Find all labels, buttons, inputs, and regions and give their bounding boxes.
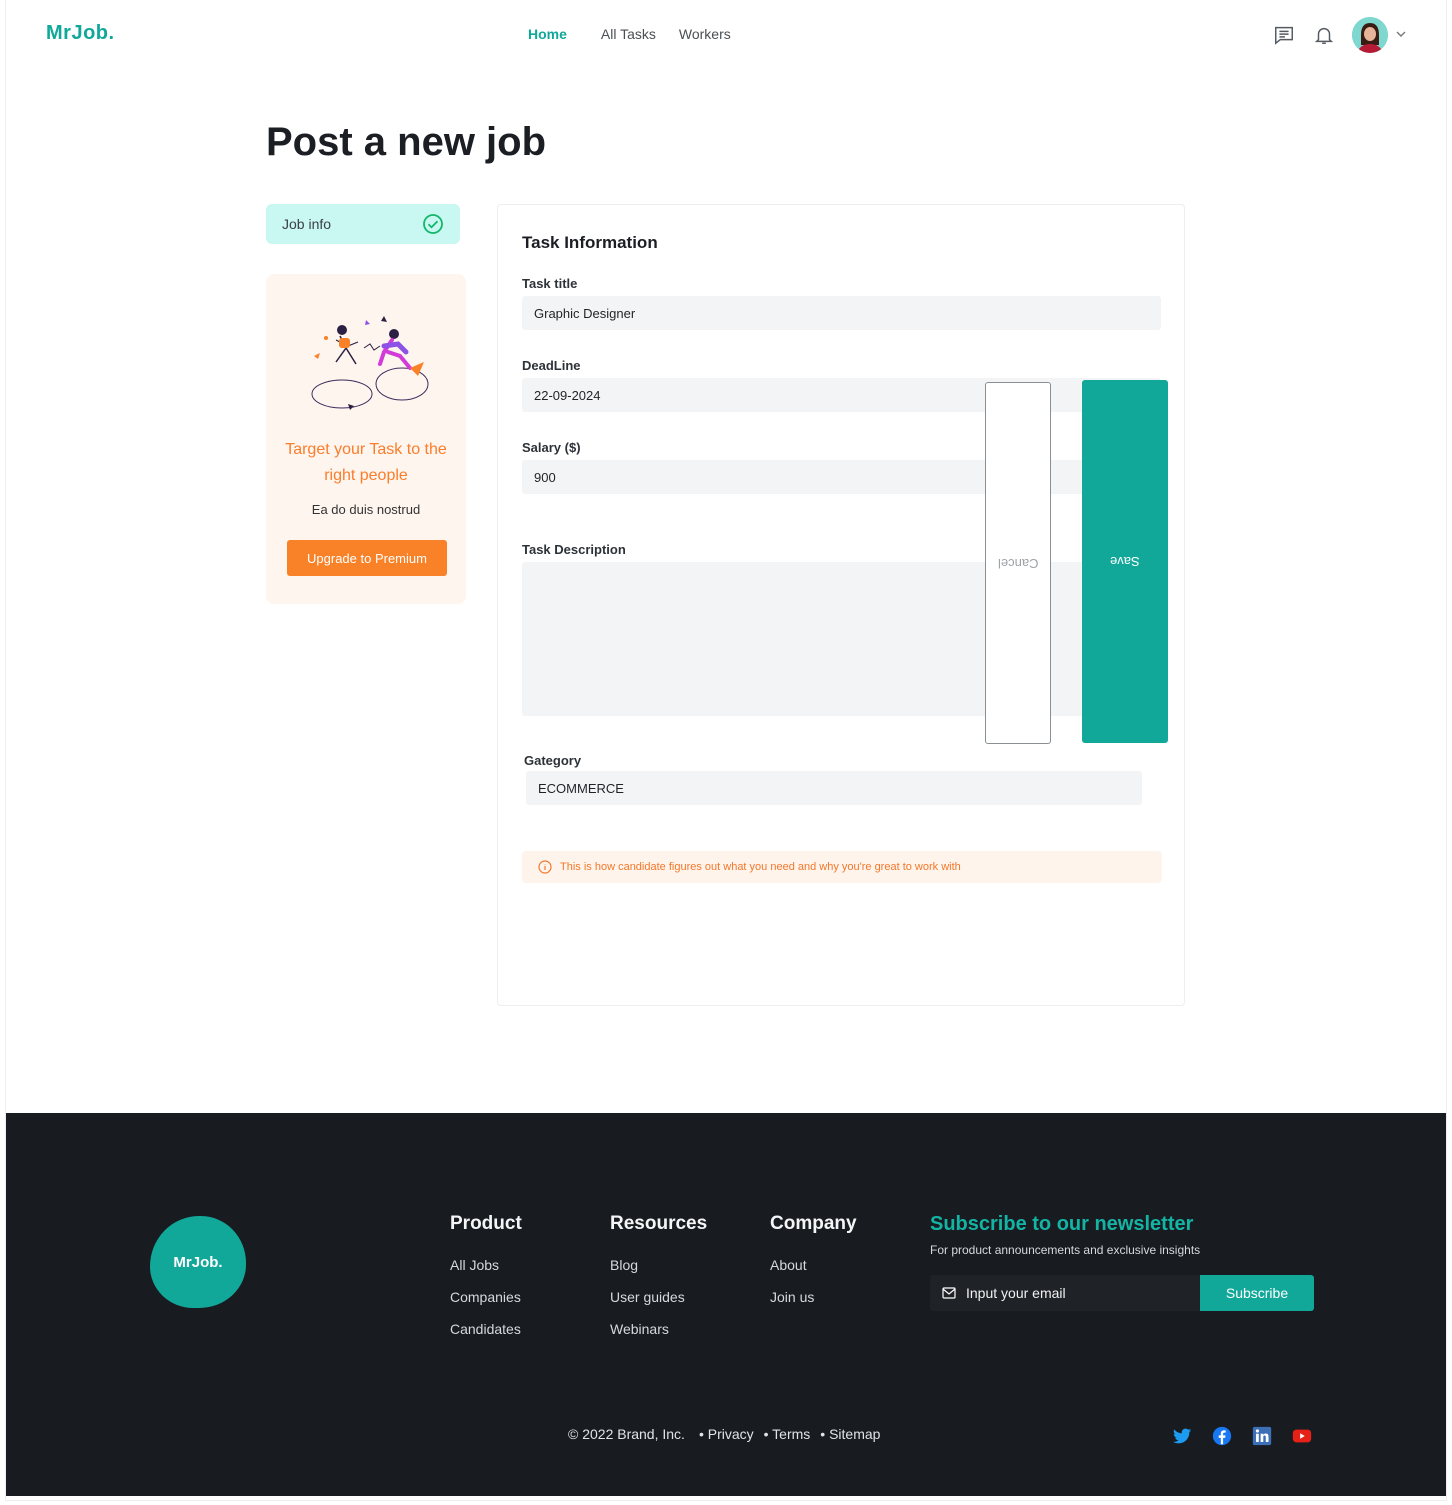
cancel-button[interactable]: Cancel bbox=[985, 382, 1051, 744]
task-description-label: Task Description bbox=[522, 542, 626, 557]
cancel-button-label: Cancel bbox=[997, 555, 1039, 571]
footer-col-title: Product bbox=[450, 1213, 522, 1234]
footer-col-resources: Resources Blog User guides Webinars bbox=[610, 1213, 707, 1353]
brand-logo[interactable]: MrJob. bbox=[46, 22, 115, 45]
salary-input[interactable]: 900 bbox=[522, 460, 1161, 494]
page-title: Post a new job bbox=[266, 120, 547, 164]
task-title-label: Task title bbox=[522, 276, 578, 291]
avatar[interactable] bbox=[1352, 17, 1388, 53]
footer-link-join-us[interactable]: Join us bbox=[770, 1289, 857, 1305]
footer-col-title: Company bbox=[770, 1213, 857, 1234]
twitter-icon[interactable] bbox=[1171, 1425, 1193, 1447]
category-select[interactable]: ECOMMERCE bbox=[526, 771, 1142, 805]
nav-all-tasks[interactable]: All Tasks bbox=[601, 26, 656, 42]
newsletter-title: Subscribe to our newsletter bbox=[930, 1213, 1194, 1235]
info-icon bbox=[538, 860, 552, 874]
footer-col-product: Product All Jobs Companies Candidates bbox=[450, 1213, 522, 1353]
linkedin-icon[interactable] bbox=[1251, 1425, 1273, 1447]
deadline-input[interactable]: 22-09-2024 bbox=[522, 378, 1161, 412]
save-button-label: Save bbox=[1110, 554, 1140, 569]
newsletter-email-input[interactable] bbox=[964, 1284, 1188, 1302]
task-description-textarea[interactable] bbox=[522, 562, 1161, 716]
chevron-down-icon[interactable] bbox=[1395, 28, 1407, 40]
category-label: Gategory bbox=[524, 753, 582, 768]
promo-subtitle: Ea do duis nostrud bbox=[311, 502, 421, 517]
privacy-link[interactable]: • Privacy bbox=[699, 1426, 754, 1442]
tab-job-info-label: Job info bbox=[282, 216, 332, 232]
footer-legal: © 2022 Brand, Inc. • Privacy • Terms • S… bbox=[568, 1426, 880, 1442]
bell-icon[interactable] bbox=[1313, 24, 1335, 46]
footer-col-company: Company About Join us bbox=[770, 1213, 857, 1321]
nav-home[interactable]: Home bbox=[528, 26, 567, 42]
footer-link-webinars[interactable]: Webinars bbox=[610, 1321, 707, 1337]
footer-col-title: Resources bbox=[610, 1213, 708, 1234]
footer-link-blog[interactable]: Blog bbox=[610, 1257, 707, 1273]
dancing-people-illustration bbox=[311, 316, 429, 410]
check-circle-icon bbox=[423, 214, 443, 234]
notice-text: This is how candidate figures out what y… bbox=[560, 861, 961, 873]
facebook-icon[interactable] bbox=[1211, 1425, 1233, 1447]
premium-promo-card: Target your Task to the right people Ea … bbox=[266, 274, 466, 604]
deadline-label: DeadLine bbox=[522, 358, 581, 373]
tab-job-info[interactable]: Job info bbox=[266, 204, 460, 244]
newsletter-subtitle: For product announcements and exclusive … bbox=[930, 1243, 1201, 1257]
footer-logo[interactable]: MrJob. bbox=[150, 1216, 246, 1308]
upgrade-premium-button[interactable]: Upgrade to Premium bbox=[287, 540, 447, 576]
task-title-input[interactable]: Graphic Designer bbox=[522, 296, 1161, 330]
footer-link-user-guides[interactable]: User guides bbox=[610, 1289, 707, 1305]
save-button[interactable]: Save bbox=[1082, 380, 1168, 743]
sitemap-link[interactable]: • Sitemap bbox=[820, 1426, 880, 1442]
mail-icon bbox=[942, 1287, 956, 1299]
terms-link[interactable]: • Terms bbox=[764, 1426, 811, 1442]
youtube-icon[interactable] bbox=[1291, 1425, 1313, 1447]
copyright-text: © 2022 Brand, Inc. bbox=[568, 1426, 685, 1442]
footer: MrJob. Product All Jobs Companies Candid… bbox=[6, 1113, 1446, 1496]
messages-icon[interactable] bbox=[1273, 24, 1295, 46]
main-nav: Home All Tasks Workers bbox=[528, 26, 754, 42]
info-notice: This is how candidate figures out what y… bbox=[522, 851, 1162, 883]
newsletter-field bbox=[930, 1275, 1200, 1311]
salary-label: Salary ($) bbox=[522, 440, 581, 455]
footer-link-candidates[interactable]: Candidates bbox=[450, 1321, 522, 1337]
footer-link-companies[interactable]: Companies bbox=[450, 1289, 522, 1305]
promo-title: Target your Task to the right people bbox=[285, 441, 447, 484]
card-title: Task Information bbox=[522, 233, 658, 252]
footer-link-all-jobs[interactable]: All Jobs bbox=[450, 1257, 522, 1273]
avatar-image bbox=[1352, 17, 1388, 53]
subscribe-button[interactable]: Subscribe bbox=[1200, 1275, 1314, 1311]
nav-workers[interactable]: Workers bbox=[679, 26, 731, 42]
footer-link-about[interactable]: About bbox=[770, 1257, 857, 1273]
